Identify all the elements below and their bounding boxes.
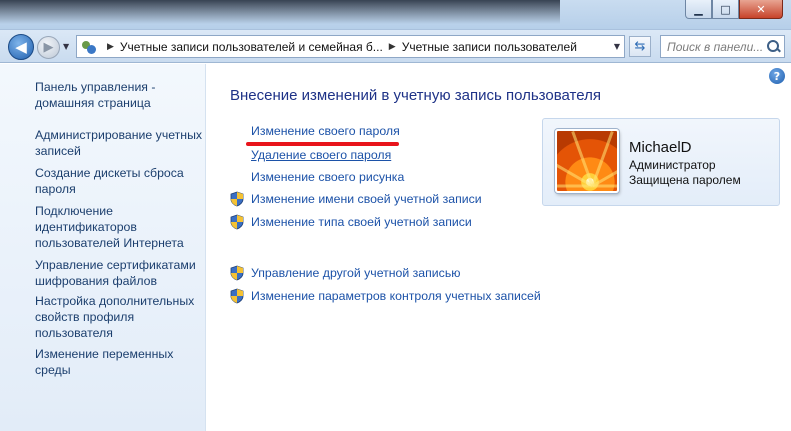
chevron-right-icon[interactable]: ▶ xyxy=(107,42,114,52)
arrow-left-icon: ◀ xyxy=(15,38,27,56)
window-controls: ▁ □ ✕ xyxy=(685,0,783,19)
back-button[interactable]: ◀ xyxy=(8,34,34,60)
task-manage-another-account[interactable]: Управление другой учетной записью xyxy=(229,265,460,281)
minimize-button[interactable]: ▁ xyxy=(685,0,712,19)
refresh-icon: ⇆ xyxy=(634,39,646,54)
refresh-button[interactable]: ⇆ xyxy=(629,36,651,57)
user-accounts-icon xyxy=(81,39,97,55)
task-label: Изменение своего пароля xyxy=(251,124,400,138)
user-role: Администратор xyxy=(629,158,716,172)
sidebar: Панель управления - домашняя страница Ад… xyxy=(0,64,206,431)
uac-shield-icon xyxy=(229,288,245,304)
user-name: MichaelD xyxy=(629,139,692,156)
task-remove-password[interactable]: Удаление своего пароля xyxy=(251,148,391,162)
sidebar-item-advanced-profile[interactable]: Настройка дополнительных свойств профиля… xyxy=(35,293,195,341)
title-bar-shadow xyxy=(0,0,560,24)
task-label: Удаление своего пароля xyxy=(251,148,392,162)
task-label: Изменение параметров контроля учетных за… xyxy=(251,289,541,303)
chevron-right-icon[interactable]: ▶ xyxy=(389,42,396,52)
task-label: Изменение своего рисунка xyxy=(251,170,405,184)
user-password-status: Защищена паролем xyxy=(629,173,741,187)
breadcrumb-current[interactable]: Учетные записи пользователей xyxy=(402,40,577,54)
task-change-password[interactable]: Изменение своего пароля xyxy=(251,124,400,138)
red-highlight-underline xyxy=(246,142,399,146)
sidebar-item-link-online-ids[interactable]: Подключение идентификаторов пользователе… xyxy=(35,203,195,251)
task-change-account-type[interactable]: Изменение типа своей учетной записи xyxy=(229,214,472,230)
arrow-right-icon: ▶ xyxy=(43,40,54,55)
help-icon[interactable]: ? xyxy=(769,68,785,84)
page-title: Внесение изменений в учетную запись поль… xyxy=(230,87,601,104)
task-label: Изменение имени своей учетной записи xyxy=(251,192,482,206)
chevron-down-icon[interactable]: ▼ xyxy=(614,42,620,51)
user-account-card: MichaelD Администратор Защищена паролем xyxy=(542,118,780,206)
navigation-bar: ◀ ▶ ▼ ▶ Учетные записи пользователей и с… xyxy=(0,30,791,63)
sidebar-item-manage-accounts[interactable]: Администрирование учетных записей xyxy=(35,127,205,159)
close-button[interactable]: ✕ xyxy=(739,0,783,19)
avatar xyxy=(555,129,619,193)
search-box[interactable]: Поиск в панели... xyxy=(660,35,785,58)
search-icon[interactable] xyxy=(764,37,784,57)
maximize-button[interactable]: □ xyxy=(712,0,739,19)
search-input[interactable]: Поиск в панели... xyxy=(667,40,764,54)
flower-petal xyxy=(557,184,593,188)
sidebar-item-control-panel-home[interactable]: Панель управления - домашняя страница xyxy=(35,79,205,111)
breadcrumb-parent[interactable]: Учетные записи пользователей и семейная … xyxy=(120,40,383,54)
task-label: Управление другой учетной записью xyxy=(251,266,461,280)
address-bar[interactable]: ▶ Учетные записи пользователей и семейна… xyxy=(76,35,625,58)
window-title-bar: ▁ □ ✕ xyxy=(0,0,791,30)
task-change-picture[interactable]: Изменение своего рисунка xyxy=(251,170,404,184)
uac-shield-icon xyxy=(229,191,245,207)
sidebar-item-password-reset-disk[interactable]: Создание дискеты сброса пароля xyxy=(35,165,205,197)
uac-shield-icon xyxy=(229,265,245,281)
flower-petal xyxy=(592,184,617,188)
sidebar-item-encryption-certificates[interactable]: Управление сертификатами шифрования файл… xyxy=(35,257,205,289)
task-uac-settings[interactable]: Изменение параметров контроля учетных за… xyxy=(229,288,541,304)
task-label: Изменение типа своей учетной записи xyxy=(251,215,472,229)
uac-shield-icon xyxy=(229,214,245,230)
task-change-account-name[interactable]: Изменение имени своей учетной записи xyxy=(229,191,482,207)
sidebar-item-environment-variables[interactable]: Изменение переменных среды xyxy=(35,346,185,378)
recent-pages-dropdown[interactable]: ▼ xyxy=(63,42,69,51)
forward-button[interactable]: ▶ xyxy=(37,36,60,59)
main-content: ? Внесение изменений в учетную запись по… xyxy=(207,64,791,431)
